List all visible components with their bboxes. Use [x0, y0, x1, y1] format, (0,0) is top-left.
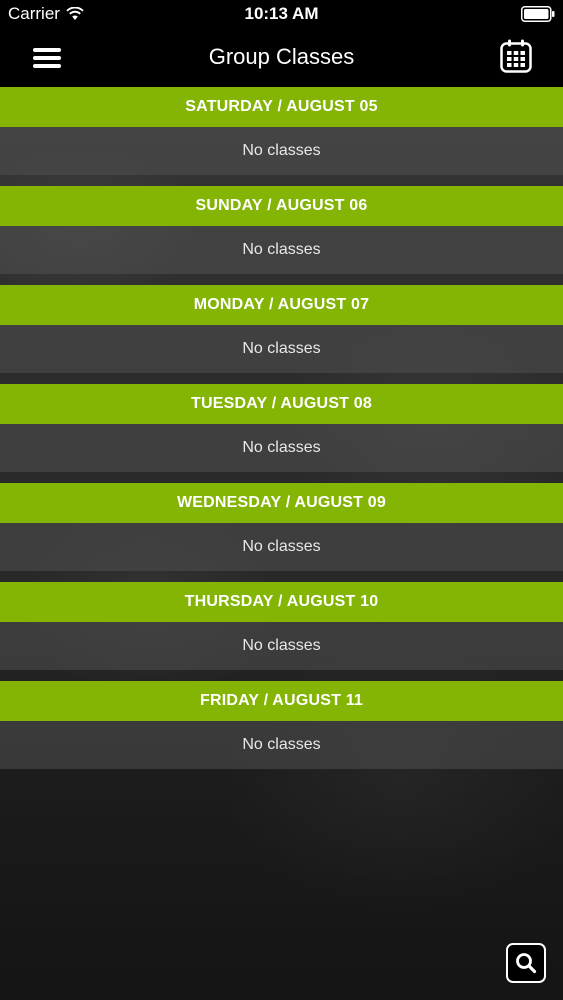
day-section: SUNDAY / AUGUST 06 No classes [0, 186, 563, 285]
top-bar: Carrier 10:13 AM Group Classes [0, 0, 563, 87]
day-header: MONDAY / AUGUST 07 [0, 285, 563, 325]
day-header: SATURDAY / AUGUST 05 [0, 87, 563, 127]
navigation-bar: Group Classes [0, 28, 563, 87]
day-header: SUNDAY / AUGUST 06 [0, 186, 563, 226]
no-classes-message: No classes [0, 523, 563, 571]
battery-icon [521, 6, 555, 22]
day-header: TUESDAY / AUGUST 08 [0, 384, 563, 424]
day-section: FRIDAY / AUGUST 11 No classes [0, 681, 563, 780]
day-header: FRIDAY / AUGUST 11 [0, 681, 563, 721]
calendar-icon[interactable] [499, 38, 533, 74]
status-time: 10:13 AM [244, 4, 319, 23]
search-button[interactable] [506, 943, 546, 983]
no-classes-message: No classes [0, 622, 563, 670]
status-bar: Carrier 10:13 AM [0, 0, 563, 28]
no-classes-message: No classes [0, 424, 563, 472]
page-title: Group Classes [208, 44, 355, 69]
day-section: TUESDAY / AUGUST 08 No classes [0, 384, 563, 483]
search-icon [516, 953, 537, 974]
no-classes-message: No classes [0, 127, 563, 175]
no-classes-message: No classes [0, 721, 563, 769]
day-section: WEDNESDAY / AUGUST 09 No classes [0, 483, 563, 582]
day-header: WEDNESDAY / AUGUST 09 [0, 483, 563, 523]
day-section: MONDAY / AUGUST 07 No classes [0, 285, 563, 384]
day-section: THURSDAY / AUGUST 10 No classes [0, 582, 563, 681]
class-schedule-list: SATURDAY / AUGUST 05 No classes SUNDAY /… [0, 87, 563, 780]
no-classes-message: No classes [0, 325, 563, 373]
no-classes-message: No classes [0, 226, 563, 274]
day-header: THURSDAY / AUGUST 10 [0, 582, 563, 622]
day-section: SATURDAY / AUGUST 05 No classes [0, 87, 563, 186]
